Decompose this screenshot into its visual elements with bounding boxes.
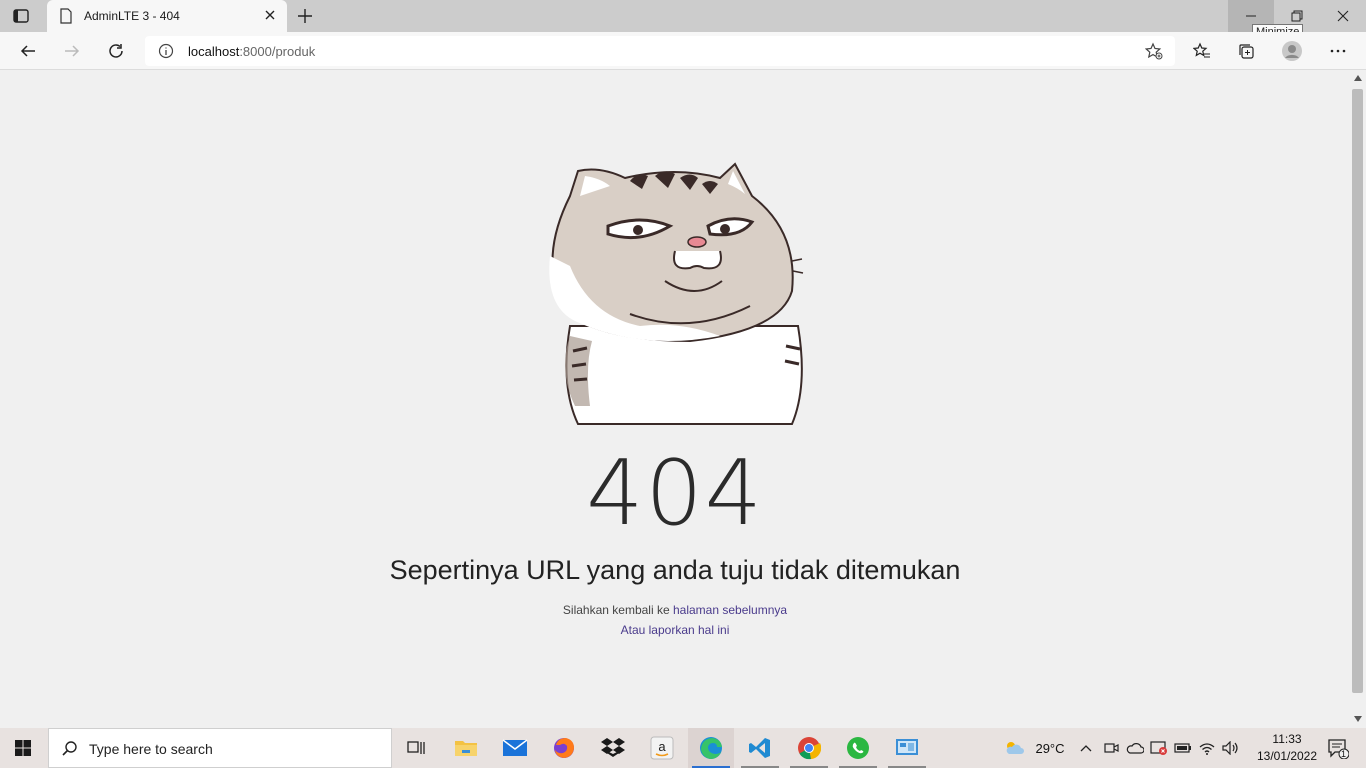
chevron-up-icon <box>1080 745 1092 752</box>
close-tab-icon[interactable] <box>263 8 277 27</box>
edge-button[interactable] <box>688 728 734 768</box>
chrome-button[interactable] <box>786 728 832 768</box>
url-text: localhost:8000/produk <box>188 44 316 59</box>
search-placeholder: Type here to search <box>89 741 213 757</box>
weather-cloud-icon <box>1006 742 1024 754</box>
notification-count: 1 <box>1341 749 1347 759</box>
weather-temperature: 29°C <box>1035 740 1065 756</box>
back-button[interactable] <box>12 35 44 67</box>
page-scrollbar[interactable] <box>1350 71 1366 728</box>
avatar-icon <box>1282 41 1302 61</box>
favorites-icon <box>1193 42 1210 58</box>
control-panel-button[interactable] <box>884 728 930 768</box>
windows-taskbar: Type here to search a 29°C 11:33 13/01/2… <box>0 728 1366 768</box>
firefox-button[interactable] <box>541 728 587 768</box>
browser-tab[interactable]: AdminLTE 3 - 404 <box>47 0 287 32</box>
taskbar-search-box[interactable]: Type here to search <box>48 728 392 768</box>
info-icon[interactable] <box>158 43 174 64</box>
taskbar-clock[interactable]: 11:33 13/01/2022 <box>1252 731 1322 765</box>
vscode-button[interactable] <box>737 728 783 768</box>
collections-button[interactable] <box>1230 35 1262 67</box>
more-menu-button[interactable] <box>1322 35 1354 67</box>
notifications-button[interactable]: 1 <box>1320 728 1356 768</box>
start-button[interactable] <box>0 728 46 768</box>
amazon-button[interactable]: a <box>639 728 685 768</box>
cloud-icon <box>1126 743 1144 754</box>
cat-illustration <box>549 162 804 425</box>
report-line: Atau laporkan hal ini <box>0 623 1350 637</box>
battery-icon <box>1174 743 1191 753</box>
tab-actions-icon[interactable] <box>12 7 30 30</box>
camera-icon <box>1104 743 1119 753</box>
clock-time: 11:33 <box>1272 732 1302 746</box>
task-view-icon <box>407 741 425 754</box>
new-tab-icon[interactable] <box>295 6 315 31</box>
more-icon <box>1330 49 1346 53</box>
previous-page-link[interactable]: halaman sebelumnya <box>673 603 787 617</box>
mail-icon <box>502 739 528 756</box>
collections-icon <box>1239 44 1254 59</box>
control-panel-icon <box>896 739 918 755</box>
meet-now-tray[interactable] <box>1100 728 1122 768</box>
security-alert-icon <box>1150 741 1167 755</box>
error-code: 404 <box>586 441 764 546</box>
firefox-icon <box>554 738 574 758</box>
network-tray[interactable] <box>1196 728 1218 768</box>
page-content: 404 Sepertinya URL yang anda tuju tidak … <box>0 71 1350 728</box>
chrome-icon <box>798 737 821 760</box>
report-link[interactable]: Atau laporkan hal ini <box>621 623 730 637</box>
refresh-icon <box>109 44 123 58</box>
browser-title-bar: AdminLTE 3 - 404 <box>0 0 1366 32</box>
whatsapp-icon <box>847 737 869 759</box>
search-icon <box>62 741 77 756</box>
scroll-down-icon[interactable] <box>1354 716 1362 722</box>
edge-icon <box>700 737 722 759</box>
volume-tray[interactable] <box>1220 728 1242 768</box>
scrollbar-thumb[interactable] <box>1352 89 1363 693</box>
weather-button[interactable] <box>1000 728 1028 768</box>
wifi-icon <box>1199 743 1215 755</box>
favorites-button[interactable] <box>1186 35 1218 67</box>
dropbox-icon <box>601 738 625 757</box>
clock-date: 13/01/2022 <box>1256 749 1318 763</box>
forward-button[interactable] <box>56 35 88 67</box>
security-tray[interactable] <box>1148 728 1170 768</box>
windows-icon <box>15 740 31 756</box>
refresh-button[interactable] <box>100 35 132 67</box>
back-instruction: Silahkan kembali ke halaman sebelumnya <box>0 603 1350 617</box>
back-arrow-icon <box>20 45 35 57</box>
show-hidden-icons-button[interactable] <box>1076 728 1096 768</box>
dropbox-button[interactable] <box>590 728 636 768</box>
minimize-icon <box>1246 15 1256 17</box>
browser-toolbar: localhost:8000/produk <box>0 32 1366 70</box>
error-headline: Sepertinya URL yang anda tuju tidak dite… <box>389 555 961 585</box>
speaker-icon <box>1222 741 1238 755</box>
scroll-up-icon[interactable] <box>1354 75 1362 81</box>
vscode-icon <box>749 738 770 758</box>
onedrive-tray[interactable] <box>1124 728 1146 768</box>
back-instruction-text: Silahkan kembali ke <box>562 603 673 617</box>
forward-arrow-icon <box>65 45 80 57</box>
restore-icon <box>1291 10 1303 22</box>
amazon-icon: a <box>650 736 674 760</box>
battery-tray[interactable] <box>1172 728 1194 768</box>
profile-button[interactable] <box>1276 35 1308 67</box>
close-window-button[interactable] <box>1320 0 1366 32</box>
task-view-button[interactable] <box>393 728 439 768</box>
svg-text:a: a <box>658 739 666 754</box>
add-favorite-icon[interactable] <box>1144 42 1163 65</box>
tab-title: AdminLTE 3 - 404 <box>84 9 180 23</box>
close-icon <box>1337 10 1349 22</box>
file-explorer-button[interactable] <box>443 728 489 768</box>
mail-button[interactable] <box>492 728 538 768</box>
folder-icon <box>455 741 477 756</box>
page-icon <box>59 8 73 29</box>
whatsapp-button[interactable] <box>835 728 881 768</box>
address-bar[interactable]: localhost:8000/produk <box>145 36 1175 66</box>
